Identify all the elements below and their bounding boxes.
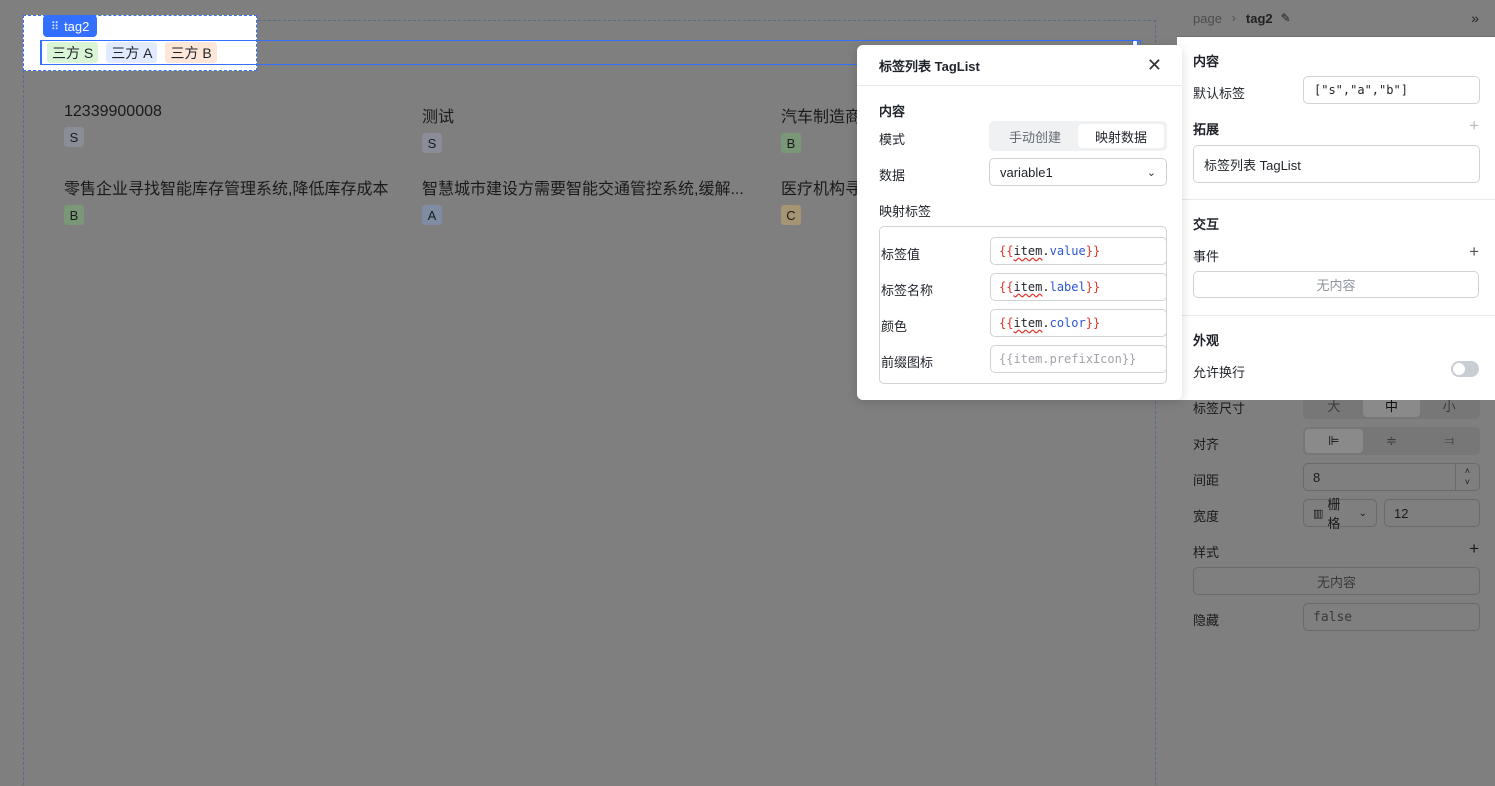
width-label: 宽度 bbox=[1193, 509, 1220, 524]
component-name: tag2 bbox=[64, 18, 90, 34]
tag-size-label: 标签尺寸 bbox=[1193, 401, 1246, 416]
data-label: 数据 bbox=[879, 168, 906, 183]
default-tags-label: 默认标签 bbox=[1193, 86, 1246, 101]
card-title: 12339900008 bbox=[64, 103, 162, 120]
mapping-label: 前缀图标 bbox=[881, 355, 934, 370]
grid-icon: ▥ bbox=[1313, 507, 1324, 520]
align-left-icon[interactable]: ⊫ bbox=[1305, 429, 1363, 453]
tag-item[interactable]: 三方 S bbox=[47, 42, 99, 63]
mode-mapping-option[interactable]: 映射数据 bbox=[1078, 124, 1164, 148]
align-right-icon[interactable]: ⫤ bbox=[1420, 429, 1478, 453]
default-tags-input[interactable]: ["s","a","b"] bbox=[1303, 76, 1480, 104]
spacing-input[interactable]: 8 ˄ ˅ bbox=[1303, 463, 1480, 491]
chevron-right-icon: › bbox=[1231, 11, 1236, 25]
hidden-input[interactable]: false bbox=[1303, 603, 1480, 631]
tag-item[interactable]: 三方 B bbox=[165, 42, 217, 63]
collapse-panel-icon[interactable]: » bbox=[1471, 10, 1479, 26]
card-tag: S bbox=[422, 133, 442, 153]
mode-label: 模式 bbox=[879, 132, 906, 147]
style-label: 样式 bbox=[1193, 545, 1220, 560]
align-label: 对齐 bbox=[1193, 437, 1220, 452]
style-empty: 无内容 bbox=[1193, 567, 1480, 595]
wrap-toggle[interactable] bbox=[1451, 361, 1479, 377]
width-value: 12 bbox=[1394, 505, 1409, 521]
list-item[interactable]: 零售企业寻找智能库存管理系统,降低库存成本 B bbox=[64, 175, 388, 225]
mode-manual-option[interactable]: 手动创建 bbox=[992, 124, 1078, 148]
extend-section-title: 拓展 bbox=[1193, 122, 1220, 137]
width-value-input[interactable]: 12 bbox=[1384, 499, 1480, 527]
tag-item[interactable]: 三方 A bbox=[106, 42, 158, 63]
component-name-chip[interactable]: ⠿ tag2 bbox=[43, 15, 98, 37]
property-panel-upper: 内容 默认标签 ["s","a","b"] 拓展 + 标签列表 TagList … bbox=[1177, 37, 1495, 400]
interaction-section-title: 交互 bbox=[1193, 217, 1220, 232]
mapping-label: 标签名称 bbox=[881, 283, 934, 298]
card-tag: B bbox=[64, 205, 84, 225]
list-item[interactable]: 汽车制造商 B bbox=[781, 103, 861, 153]
breadcrumb: page › tag2 ✎ » bbox=[1177, 0, 1495, 37]
card-tag: B bbox=[781, 133, 801, 153]
tag-list: 三方 S 三方 A 三方 B bbox=[47, 42, 217, 63]
card-title: 零售企业寻找智能库存管理系统,降低库存成本 bbox=[64, 181, 389, 198]
drag-handle-icon[interactable]: ⠿ bbox=[51, 20, 59, 33]
data-select[interactable]: variable1 ⌄ bbox=[989, 158, 1167, 186]
close-icon[interactable]: ✕ bbox=[1147, 55, 1162, 76]
list-item[interactable]: 12339900008 S bbox=[64, 103, 162, 147]
stepper-icon[interactable]: ˄ ˅ bbox=[1454, 464, 1470, 490]
mapping-prefix-icon-input[interactable]: {{item.prefixIcon}} bbox=[990, 345, 1167, 373]
content-section-title: 内容 bbox=[1193, 54, 1220, 69]
popover-header: 标签列表 TagList ✕ bbox=[857, 45, 1182, 86]
width-mode-select[interactable]: ▥ 栅格 ⌄ bbox=[1303, 497, 1377, 531]
mapping-value-input[interactable]: {{item. value}} bbox=[990, 237, 1167, 265]
hidden-label: 隐藏 bbox=[1193, 613, 1220, 628]
wrap-label: 允许换行 bbox=[1193, 365, 1246, 380]
width-mode-value: 栅格 bbox=[1327, 497, 1341, 531]
mapping-title: 映射标签 bbox=[879, 204, 932, 219]
mapping-fields: 标签值 {{item. value}} 标签名称 {{item. label}} 颜… bbox=[879, 226, 1167, 384]
appearance-section-title: 外观 bbox=[1193, 333, 1220, 348]
list-item[interactable]: 医疗机构寻 C bbox=[781, 175, 861, 225]
add-event-icon[interactable]: + bbox=[1469, 242, 1479, 262]
card-title: 智慧城市建设方需要智能交通管控系统,缓解... bbox=[422, 181, 744, 198]
card-tag: A bbox=[422, 205, 442, 225]
content-section-title: 内容 bbox=[879, 104, 906, 119]
mapping-label: 标签值 bbox=[881, 247, 921, 262]
chevron-down-icon: ⌄ bbox=[1358, 507, 1367, 519]
taglist-settings-popover: 标签列表 TagList ✕ 内容 模式 手动创建 映射数据 数据 variab… bbox=[857, 45, 1182, 400]
event-label: 事件 bbox=[1193, 249, 1220, 264]
align-center-icon[interactable]: ≑ bbox=[1363, 429, 1421, 453]
popover-title: 标签列表 TagList bbox=[879, 58, 980, 74]
mapping-label-input[interactable]: {{item. label}} bbox=[990, 273, 1167, 301]
card-title: 测试 bbox=[422, 109, 455, 126]
add-extend-icon[interactable]: + bbox=[1469, 116, 1479, 136]
spacing-value: 8 bbox=[1313, 469, 1321, 485]
extend-item[interactable]: 标签列表 TagList bbox=[1193, 145, 1480, 183]
edit-icon[interactable]: ✎ bbox=[1281, 11, 1291, 25]
chevron-down-icon: ⌄ bbox=[1146, 166, 1156, 179]
mode-segmented[interactable]: 手动创建 映射数据 bbox=[989, 121, 1167, 151]
list-item[interactable]: 智慧城市建设方需要智能交通管控系统,缓解... A bbox=[422, 175, 744, 225]
add-style-icon[interactable]: + bbox=[1469, 539, 1479, 559]
card-title: 汽车制造商 bbox=[781, 109, 862, 126]
card-title: 医疗机构寻 bbox=[781, 181, 862, 198]
data-select-value: variable1 bbox=[1000, 164, 1053, 180]
spacing-label: 间距 bbox=[1193, 473, 1220, 488]
mapping-label: 颜色 bbox=[881, 319, 908, 334]
divider bbox=[1177, 199, 1495, 200]
mapping-color-input[interactable]: {{item. color}} bbox=[990, 309, 1167, 337]
list-item[interactable]: 测试 S bbox=[422, 103, 454, 153]
breadcrumb-current: tag2 bbox=[1245, 10, 1273, 26]
breadcrumb-page-link[interactable]: page bbox=[1193, 11, 1222, 26]
card-tag: S bbox=[64, 127, 84, 147]
align-segmented[interactable]: ⊫ ≑ ⫤ bbox=[1303, 427, 1480, 455]
card-tag: C bbox=[781, 205, 801, 225]
divider bbox=[1177, 315, 1495, 316]
event-empty: 无内容 bbox=[1193, 271, 1479, 298]
